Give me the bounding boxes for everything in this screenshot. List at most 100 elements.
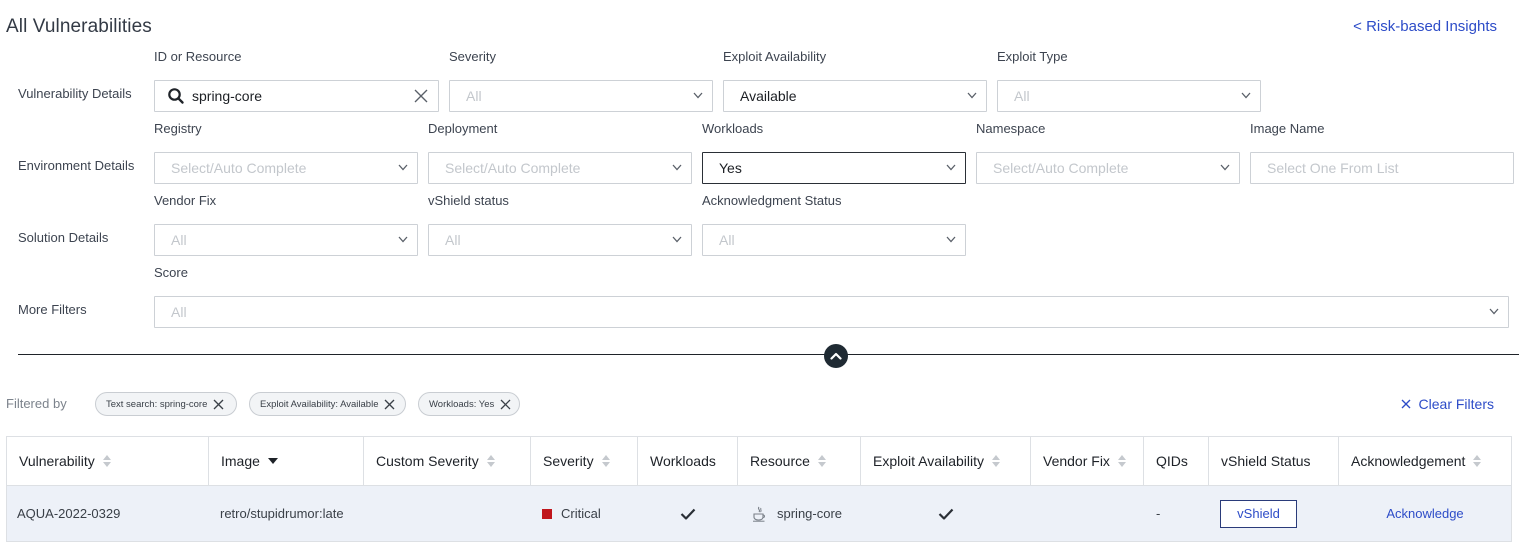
exploit-availability-label: Exploit Availability [723,49,827,64]
filtered-by-label: Filtered by [6,396,67,411]
sort-icon [992,455,1001,467]
sort-icon [486,455,496,467]
chevron-up-icon [830,352,842,360]
cell-resource: spring-core [738,486,861,541]
resource-text: spring-core [777,506,843,521]
severity-select[interactable]: All [449,80,713,112]
vendor-fix-value: All [171,232,187,248]
id-resource-value: spring-core [192,88,263,104]
column-header-resource[interactable]: Resource [738,437,861,485]
remove-chip-icon[interactable] [213,399,224,410]
column-label: Severity [543,453,594,469]
registry-select[interactable]: Select/Auto Complete [154,152,418,184]
column-label: QIDs [1156,453,1188,469]
column-header-vendor-fix[interactable]: Vendor Fix [1031,437,1144,485]
row-label-vulnerability-details: Vulnerability Details [18,86,132,101]
registry-placeholder: Select/Auto Complete [171,160,307,176]
exploit-availability-field: Exploit Availability Available [723,49,987,112]
sort-icon [102,455,112,467]
exploit-type-select[interactable]: All [997,80,1261,112]
image-name-field: Image Name Select One From List [1250,121,1514,184]
sort-icon [601,455,611,467]
ack-status-select[interactable]: All [702,224,966,256]
cell-qids: - [1156,506,1161,521]
workloads-select[interactable]: Yes [702,152,966,184]
deployment-select[interactable]: Select/Auto Complete [428,152,692,184]
image-name-label: Image Name [1250,121,1325,136]
column-header-custom-severity[interactable]: Custom Severity [364,437,531,485]
column-header-acknowledgement[interactable]: Acknowledgement [1339,437,1511,485]
chevron-down-icon [946,164,956,173]
cell-workloads [638,486,738,541]
chevron-down-icon [398,236,408,245]
deployment-placeholder: Select/Auto Complete [445,160,581,176]
search-icon [167,87,185,105]
score-value: All [171,304,187,320]
vshield-status-select[interactable]: All [428,224,692,256]
severity-label: Severity [449,49,496,64]
column-header-image[interactable]: Image [209,437,364,485]
critical-severity-icon [542,508,552,519]
deployment-label: Deployment [428,121,498,136]
column-label: Acknowledgement [1351,453,1466,469]
column-label: Image [221,453,260,469]
filter-chip-label: Text search: spring-core [106,398,208,410]
deployment-field: Deployment Select/Auto Complete [428,121,692,184]
chevron-down-icon [1489,308,1499,317]
column-header-vshield-status: vShield Status [1209,437,1339,485]
close-icon [1401,399,1411,409]
page-title: All Vulnerabilities [6,16,152,37]
chevron-down-icon [1241,92,1251,101]
clear-filters-button[interactable]: Clear Filters [1401,396,1494,412]
exploit-availability-value: Available [740,88,797,104]
sort-icon [1473,455,1482,467]
sort-icon [1117,455,1127,467]
namespace-select[interactable]: Select/Auto Complete [976,152,1240,184]
column-label: Vendor Fix [1043,453,1110,469]
sort-icon [817,455,827,467]
column-label: Workloads [650,453,716,469]
vshield-status-label: vShield status [428,193,509,208]
filters-divider [18,354,1519,355]
severity-field: Severity All [449,49,713,112]
chevron-down-icon [693,92,703,101]
row-label-environment-details: Environment Details [18,158,135,173]
risk-insights-link[interactable]: < Risk-based Insights [1353,18,1497,35]
column-label: Exploit Availability [873,453,985,469]
java-icon [752,506,766,522]
severity-text: Critical [561,506,601,521]
column-header-exploit-availability[interactable]: Exploit Availability [861,437,1031,485]
acknowledge-link[interactable]: Acknowledge [1386,506,1463,521]
vendor-fix-label: Vendor Fix [154,193,217,208]
remove-chip-icon[interactable] [384,399,395,410]
id-resource-label: ID or Resource [154,49,242,64]
row-label-solution-details: Solution Details [18,230,109,245]
vshield-button[interactable]: vShield [1220,499,1297,528]
clear-search-icon[interactable] [414,89,428,103]
column-label: vShield Status [1221,453,1311,469]
cell-vulnerability[interactable]: AQUA-2022-0329 [7,486,209,541]
chevron-down-icon [672,236,682,245]
checkmark-icon [938,508,954,520]
filter-chip-text-search: Text search: spring-core [95,392,237,416]
collapse-filters-button[interactable] [824,344,848,368]
registry-field: Registry Select/Auto Complete [154,121,418,184]
exploit-type-label: Exploit Type [997,49,1068,64]
column-header-severity[interactable]: Severity [531,437,638,485]
remove-chip-icon[interactable] [500,399,511,410]
id-resource-search-input[interactable]: spring-core [154,80,439,112]
image-name-input[interactable]: Select One From List [1250,152,1514,184]
column-header-workloads: Workloads [638,437,738,485]
column-header-vulnerability[interactable]: Vulnerability [7,437,209,485]
score-select[interactable]: All [154,296,1509,328]
cell-custom-severity [364,486,531,541]
image-name-placeholder: Select One From List [1267,160,1399,176]
cell-severity: Critical [531,486,638,541]
filter-chip-exploit-availability: Exploit Availability: Available [249,392,406,416]
exploit-availability-select[interactable]: Available [723,80,987,112]
table-row[interactable]: AQUA-2022-0329 retro/stupidrumor:late Cr… [7,486,1511,542]
vendor-fix-select[interactable]: All [154,224,418,256]
ack-status-value: All [719,232,735,248]
workloads-label: Workloads [702,121,764,136]
cell-vendor-fix [1031,486,1144,541]
